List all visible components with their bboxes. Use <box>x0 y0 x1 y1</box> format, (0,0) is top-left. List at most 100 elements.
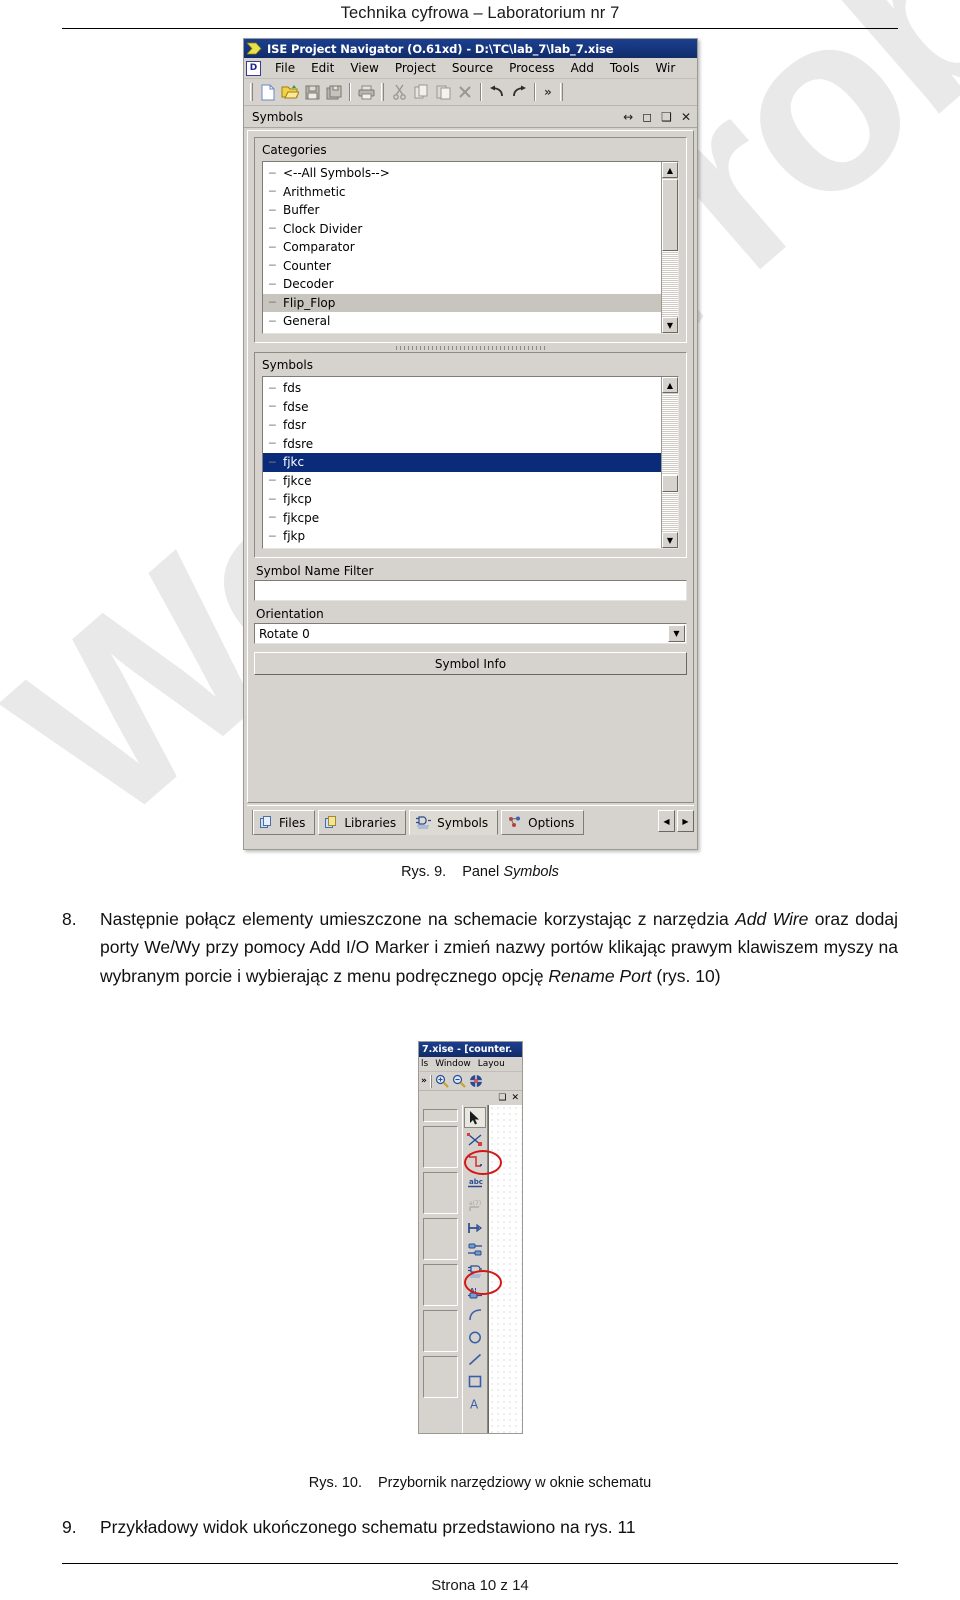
ise-toolbar[interactable]: » <box>244 79 697 106</box>
add-instance-name-tool[interactable] <box>464 1261 486 1282</box>
dock-arrows-icon[interactable]: ↔ <box>623 111 633 123</box>
scroll-down-arrow-icon[interactable]: ▼ <box>662 317 678 333</box>
ise-project-navigator-window[interactable]: ISE Project Navigator (O.61xd) - D:\TC\l… <box>243 38 698 850</box>
ise-titlebar[interactable]: ISE Project Navigator (O.61xd) - D:\TC\l… <box>244 39 697 58</box>
tab-libraries[interactable]: Libraries <box>318 810 407 835</box>
add-io-marker-tool[interactable] <box>464 1217 486 1238</box>
menu-item-edit[interactable]: Edit <box>303 60 342 76</box>
symbol-info-button[interactable]: Symbol Info <box>254 652 687 675</box>
close-icon[interactable]: ✕ <box>511 1093 519 1103</box>
list-item[interactable]: ─ Decoder <box>263 275 661 294</box>
list-item[interactable]: ─ fjkcpe <box>263 509 661 528</box>
schematic-toolbox-window[interactable]: 7.xise - [counter. ls Window Layou » ❑ ✕ <box>418 1041 523 1434</box>
restore-icon[interactable]: ❑ <box>661 111 672 123</box>
scrollbar-track[interactable] <box>662 393 678 532</box>
toolbar-grip[interactable] <box>429 1074 432 1088</box>
draw-rectangle-tool[interactable] <box>464 1371 486 1392</box>
add-net-name-tool[interactable]: abc <box>464 1173 486 1194</box>
list-item[interactable]: ─ Buffer <box>263 201 661 220</box>
toolbar-grip-3[interactable] <box>559 83 563 101</box>
scroll-up-arrow-icon[interactable]: ▲ <box>662 162 678 178</box>
open-folder-icon[interactable] <box>279 82 301 103</box>
list-item[interactable]: ─ fdsr <box>263 416 661 435</box>
system-menu-icon[interactable]: D <box>246 60 261 76</box>
add-text-tool[interactable]: A <box>464 1393 486 1414</box>
add-attribute-tool[interactable]: A! <box>464 1283 486 1304</box>
paste-icon[interactable] <box>432 82 454 103</box>
cut-icon[interactable] <box>388 82 410 103</box>
select-arrow-tool[interactable] <box>464 1107 486 1128</box>
zoom-in-icon[interactable] <box>435 1074 449 1088</box>
tab-scroll-right-icon[interactable]: ▶ <box>677 810 694 832</box>
schematic-tool-palette[interactable]: abc a(7) A! A <box>462 1105 488 1433</box>
scrollbar-thumb[interactable] <box>662 179 678 251</box>
symbol-name-filter-input[interactable] <box>254 580 687 601</box>
list-item[interactable]: ─ fdsre <box>263 435 661 454</box>
close-icon[interactable]: ✕ <box>681 111 691 123</box>
toolbar-grip[interactable] <box>250 83 253 101</box>
list-item-selected[interactable]: ─ Flip_Flop <box>263 293 661 312</box>
list-item[interactable]: ─ General <box>263 312 661 331</box>
copy-icon[interactable] <box>410 82 432 103</box>
tab-scroll-left-icon[interactable]: ◀ <box>658 810 675 832</box>
tabstrip-nav[interactable]: ◀ ▶ <box>658 810 694 832</box>
maximize-icon[interactable]: ◻ <box>642 111 652 123</box>
add-bus-tap-tool[interactable]: a(7) <box>464 1195 486 1216</box>
list-item[interactable]: ─ Comparator <box>263 238 661 257</box>
menu-item-view[interactable]: View <box>342 60 386 76</box>
draw-line-tool[interactable] <box>464 1349 486 1370</box>
zoom-out-icon[interactable] <box>452 1074 466 1088</box>
list-item[interactable]: ─ fjkcp <box>263 490 661 509</box>
toolbox-menu-item-window[interactable]: Window <box>435 1059 471 1069</box>
save-icon[interactable] <box>301 82 323 103</box>
menu-item-window[interactable]: Wir <box>647 60 683 76</box>
chevron-down-icon[interactable]: ▼ <box>668 625 685 642</box>
list-item[interactable]: ─ fds <box>263 379 661 398</box>
orientation-select[interactable]: Rotate 0 ▼ <box>254 623 687 644</box>
more-chevron-icon[interactable]: » <box>421 1076 427 1086</box>
panel-splitter[interactable] <box>254 343 687 352</box>
rename-port-tool[interactable] <box>464 1239 486 1260</box>
scrollbar-thumb[interactable] <box>662 475 678 492</box>
menu-item-add[interactable]: Add <box>563 60 602 76</box>
menu-item-source[interactable]: Source <box>444 60 501 76</box>
print-icon[interactable] <box>355 82 377 103</box>
redo-icon[interactable] <box>508 82 530 103</box>
tab-files[interactable]: Files <box>253 810 316 835</box>
new-file-icon[interactable] <box>257 82 279 103</box>
menu-item-tools[interactable]: Tools <box>602 60 648 76</box>
categories-scrollbar[interactable]: ▲ ▼ <box>661 162 678 333</box>
list-item[interactable]: ─ Counter <box>263 257 661 276</box>
tab-symbols[interactable]: Symbols <box>409 810 499 835</box>
list-item-selected[interactable]: ─ fjkc <box>263 453 661 472</box>
ise-menubar[interactable]: D File Edit View Project Source Process … <box>244 58 697 79</box>
menu-item-file[interactable]: File <box>267 60 303 76</box>
add-symbol-tool[interactable] <box>464 1129 486 1150</box>
schematic-canvas[interactable] <box>488 1105 522 1433</box>
list-item[interactable]: ─ Clock Divider <box>263 220 661 239</box>
more-chevron-icon[interactable]: » <box>540 85 556 99</box>
save-all-icon[interactable] <box>323 82 345 103</box>
list-item[interactable]: ─ fjkp <box>263 527 661 546</box>
undo-icon[interactable] <box>486 82 508 103</box>
symbols-scrollbar[interactable]: ▲ ▼ <box>661 377 678 548</box>
toolbox-toolbar[interactable]: » <box>419 1072 522 1091</box>
delete-icon[interactable] <box>454 82 476 103</box>
toolbar-grip-2[interactable] <box>381 83 384 101</box>
zoom-fit-icon[interactable] <box>469 1074 483 1088</box>
restore-icon[interactable]: ❑ <box>498 1093 506 1103</box>
menu-item-process[interactable]: Process <box>501 60 563 76</box>
add-wire-tool[interactable] <box>464 1151 486 1172</box>
categories-listbox[interactable]: ─ <--All Symbols--> ─ Arithmetic ─ Buffer ─… <box>262 161 679 334</box>
draw-arc-tool[interactable] <box>464 1305 486 1326</box>
toolbox-titlebar[interactable]: 7.xise - [counter. <box>419 1042 522 1057</box>
tab-options[interactable]: Options <box>501 810 585 835</box>
scroll-up-arrow-icon[interactable]: ▲ <box>662 377 678 393</box>
panel-tabstrip[interactable]: Files Libraries Symbols Options ◀ ▶ <box>247 805 694 845</box>
list-item[interactable]: ─ <--All Symbols--> <box>263 164 661 183</box>
symbols-listbox[interactable]: ─ fds ─ fdse ─ fdsr ─ fdsre ─ fjkc ─ fjkce ─ fj… <box>262 376 679 549</box>
menu-item-project[interactable]: Project <box>387 60 444 76</box>
list-item[interactable]: ─ fjkce <box>263 472 661 491</box>
list-item[interactable]: ─ Arithmetic <box>263 183 661 202</box>
list-item[interactable]: ─ fdse <box>263 398 661 417</box>
